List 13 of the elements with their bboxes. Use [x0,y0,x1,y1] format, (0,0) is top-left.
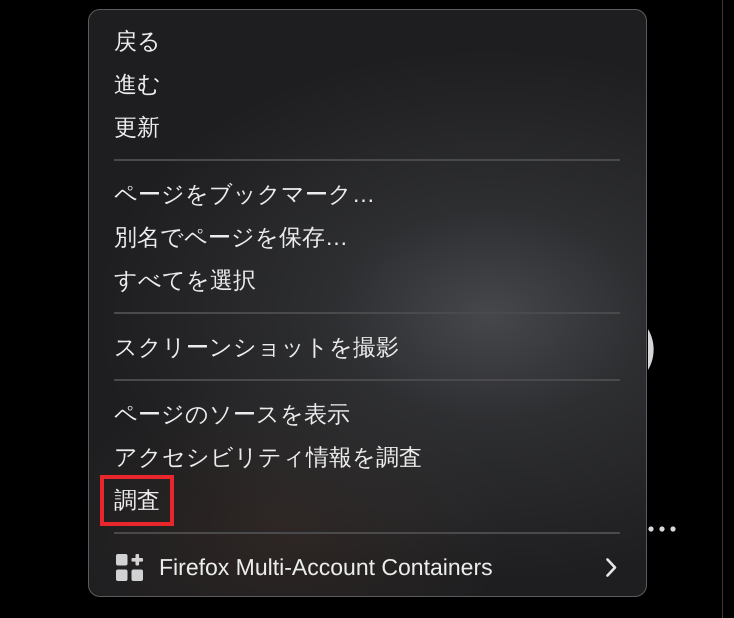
menu-item[interactable]: すべてを選択 [114,259,256,302]
menu-item[interactable]: 更新 [114,106,160,149]
squares-plus-icon [116,554,143,581]
menu-item[interactable]: 戻る [114,20,161,63]
submenu-item[interactable]: Firefox Multi-Account Containers [114,546,620,589]
chevron-right-icon [606,558,617,577]
menu-item[interactable]: ページのソースを表示 [114,393,350,436]
menu-item[interactable]: スクリーンショットを撮影 [114,326,399,369]
menu-item[interactable]: ページをブックマーク… [114,173,375,216]
menu-item[interactable]: 別名でページを保存… [114,216,348,259]
menu-item[interactable]: 調査 [100,475,174,526]
more-icon[interactable] [648,526,676,532]
menu-item[interactable]: 進む [114,63,161,106]
